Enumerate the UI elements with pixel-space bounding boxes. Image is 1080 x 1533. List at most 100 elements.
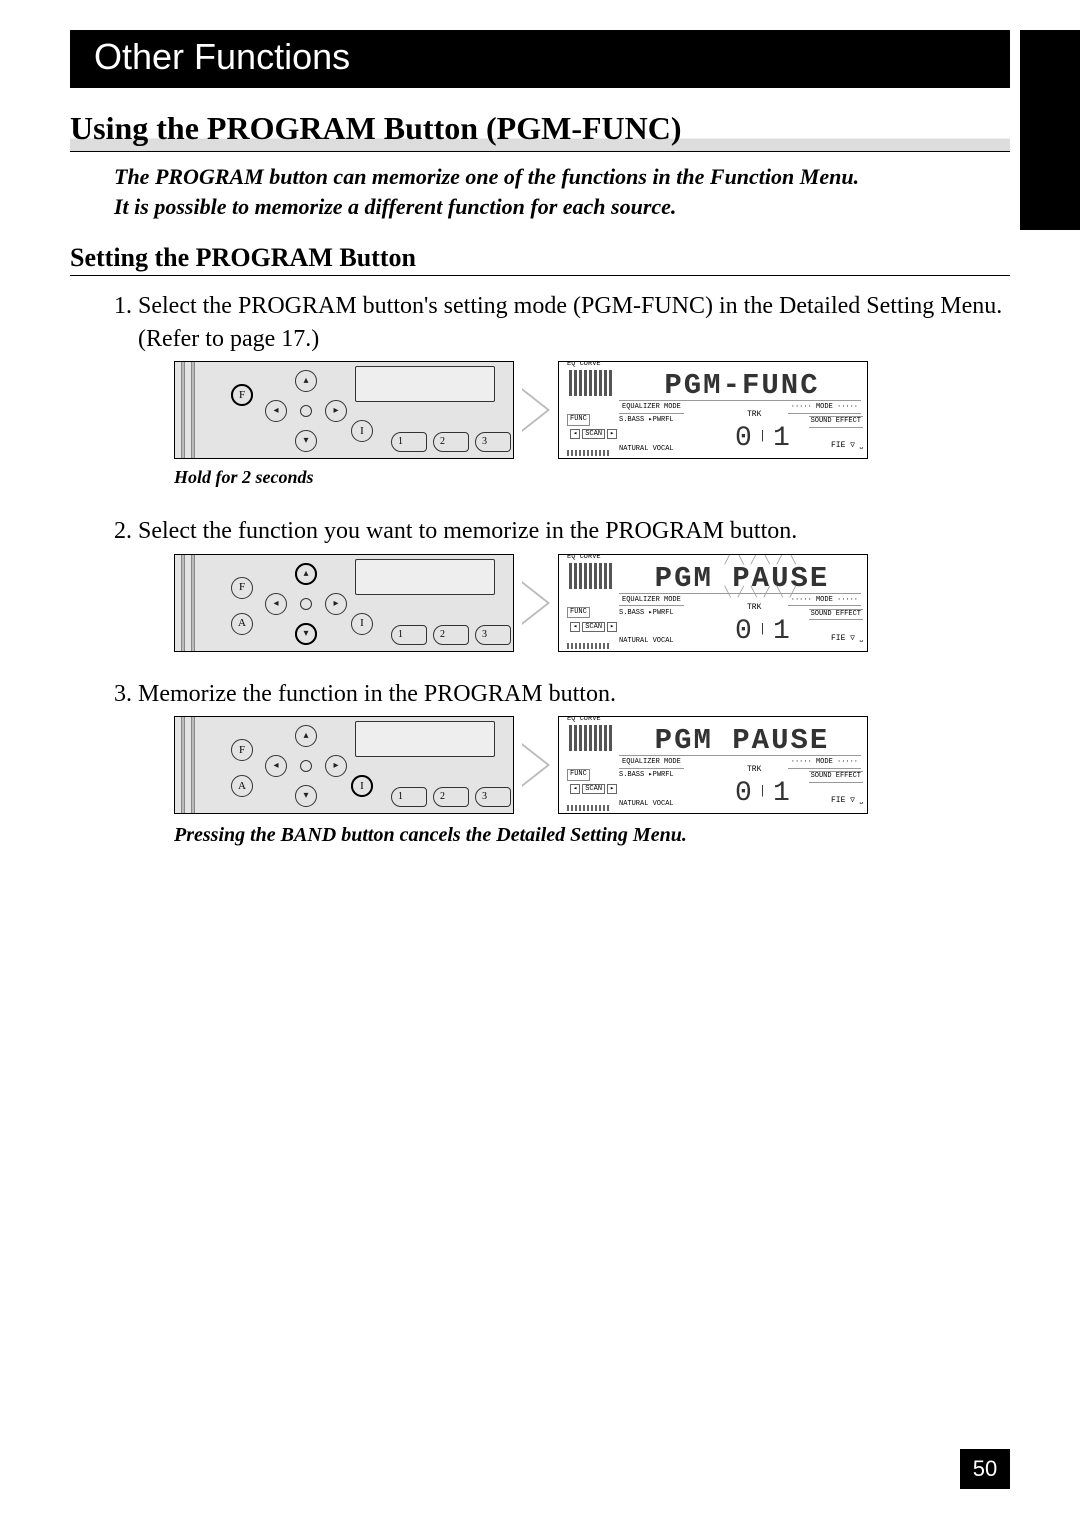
step-2-text: Select the function you want to memorize… [138,518,797,544]
dpad-down-icon: ▾ [295,785,317,807]
eq-curve-label: EQ CURVE [567,361,601,369]
scan-right-icon: ▸ [607,784,617,794]
scan-text: SCAN [582,429,605,439]
lcd-row-2: EQUALIZER MODE ····· MODE ····· [619,400,861,413]
a-button-icon: A [231,775,253,797]
natural-vocal-label: NATURAL VOCAL [619,800,674,809]
dpad-up-icon: ▴ [295,563,317,585]
figure-row-3: F A I ▴ ▾ ◂ ▸ 1 2 3 [174,716,1010,814]
eq-curve-label: EQ CURVE [567,716,601,724]
scan-left-icon: ◂ [570,429,580,439]
figure-row-1: F I ▴ ▾ ◂ ▸ 1 2 3 EQ CURVE [174,361,1010,459]
arrow-icon [522,388,550,432]
dpad-down-icon: ▾ [295,430,317,452]
preset-1-icon: 1 [391,432,427,452]
scan-label: ◂SCAN▸ [569,430,618,439]
equalizer-mode-label: EQUALIZER MODE [619,758,684,768]
scan-right-icon: ▸ [607,429,617,439]
fie-label: FIE ▽ ⎵ [831,796,863,807]
lcd-display-3: EQ CURVE PGM PAUSE EQUALIZER MODE ····· … [558,716,868,814]
scan-left-icon: ◂ [570,622,580,632]
preset-3-icon: 3 [475,625,511,645]
mode-label: ····· MODE ····· [788,403,861,413]
lcd-row-4: NATURAL VOCAL [619,800,861,809]
scan-right-icon: ▸ [607,622,617,632]
preset-3-icon: 3 [475,432,511,452]
fie-label: FIE ▽ ⎵ [831,634,863,645]
control-panel-diagram: F A I ▴ ▾ ◂ ▸ 1 2 3 [174,716,514,814]
dots-icon [567,805,611,811]
page-number: 50 [960,1449,1010,1489]
figure-row-2: F A I ▴ ▾ ◂ ▸ 1 2 3 [174,554,1010,652]
dots-icon [567,450,611,456]
dpad-right-icon: ▸ [325,400,347,422]
func-label: FUNC [567,414,590,425]
eq-bars-icon [569,725,613,751]
natural-vocal-label: NATURAL VOCAL [619,445,674,454]
step-3: Memorize the function in the PROGRAM but… [138,678,1010,855]
preset-1-icon: 1 [391,625,427,645]
equalizer-mode-label: EQUALIZER MODE [619,596,684,606]
preset-3-icon: 3 [475,787,511,807]
dpad-left-icon: ◂ [265,755,287,777]
natural-vocal-label: NATURAL VOCAL [619,637,674,646]
preset-2-icon: 2 [433,432,469,452]
sbass-label: S.BASS ▸PWRFL [619,609,674,618]
step-1: Select the PROGRAM button's setting mode… [138,290,1010,515]
lcd-row-4: NATURAL VOCAL [619,445,861,454]
scan-label: ◂SCAN▸ [569,785,618,794]
lcd-row-4: NATURAL VOCAL [619,637,861,646]
scan-left-icon: ◂ [570,784,580,794]
a-button-icon: A [231,613,253,635]
sound-effect-label: SOUND EFFECT [809,609,863,620]
cassette-slot-icon [355,366,495,402]
scan-text: SCAN [582,784,605,794]
arrow-icon [522,581,550,625]
dpad-right-icon: ▸ [325,755,347,777]
func-label: FUNC [567,769,590,780]
dpad-right-icon: ▸ [325,593,347,615]
page-content: Other Functions Using the PROGRAM Button… [0,0,1080,885]
intro-text: The PROGRAM button can memorize one of t… [70,152,1010,221]
intro-line-2: It is possible to memorize a different f… [114,194,676,219]
dpad-icon: ▴ ▾ ◂ ▸ [271,731,341,801]
subsection-title: Setting the PROGRAM Button [70,243,1010,276]
cassette-slot-icon [355,559,495,595]
dpad-up-icon: ▴ [295,725,317,747]
preset-2-icon: 2 [433,787,469,807]
f-button-icon: F [231,384,253,406]
dots-icon [567,643,611,649]
equalizer-mode-label: EQUALIZER MODE [619,403,684,413]
lcd-row-2: EQUALIZER MODE ····· MODE ····· [619,593,861,606]
i-button-icon: I [351,420,373,442]
cassette-slot-icon [355,721,495,757]
dpad-icon: ▴ ▾ ◂ ▸ [271,569,341,639]
dpad-left-icon: ◂ [265,593,287,615]
preset-1-icon: 1 [391,787,427,807]
step-2: Select the function you want to memorize… [138,515,1010,663]
lcd-display-1: EQ CURVE PGM-FUNC EQUALIZER MODE ····· M… [558,361,868,459]
dpad-icon: ▴ ▾ ◂ ▸ [271,376,341,446]
lcd-display-2: EQ CURVE PGM PAUSE ╱╲╱╲╱╲ ╲╱╲╱╲╱ EQUALIZ… [558,554,868,652]
dpad-up-icon: ▴ [295,370,317,392]
cancel-note: Pressing the BAND button cancels the Det… [174,822,1010,849]
control-panel-diagram: F I ▴ ▾ ◂ ▸ 1 2 3 [174,361,514,459]
eq-curve-label: EQ CURVE [567,554,601,562]
eq-bars-icon [569,370,613,396]
intro-line-1: The PROGRAM button can memorize one of t… [114,164,859,189]
eq-bars-icon [569,563,613,589]
mode-label: ····· MODE ····· [788,596,861,606]
sound-effect-label: SOUND EFFECT [809,416,863,427]
dpad-left-icon: ◂ [265,400,287,422]
fie-label: FIE ▽ ⎵ [831,441,863,452]
control-panel-diagram: F A I ▴ ▾ ◂ ▸ 1 2 3 [174,554,514,652]
sound-effect-label: SOUND EFFECT [809,771,863,782]
dpad-down-icon: ▾ [295,623,317,645]
func-label: FUNC [567,607,590,618]
preset-2-icon: 2 [433,625,469,645]
sbass-label: S.BASS ▸PWRFL [619,416,674,425]
lcd-row-2: EQUALIZER MODE ····· MODE ····· [619,755,861,768]
scan-text: SCAN [582,622,605,632]
step-3-text: Memorize the function in the PROGRAM but… [138,681,616,707]
sbass-label: S.BASS ▸PWRFL [619,771,674,780]
